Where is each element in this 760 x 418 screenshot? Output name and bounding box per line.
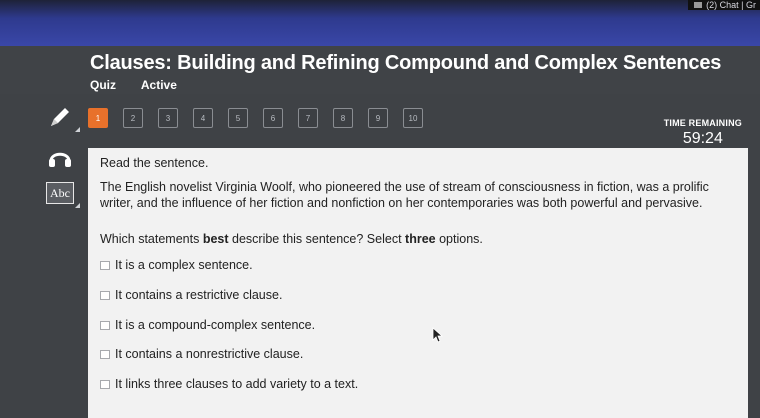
timer: TIME REMAINING 59:24	[664, 118, 742, 148]
pencil-tool-button[interactable]	[38, 100, 82, 134]
question-prompt: Which statements best describe this sent…	[100, 231, 483, 247]
dictionary-icon: Abc	[46, 182, 74, 204]
instruction-text: Read the sentence.	[100, 156, 209, 170]
passage-line-2: writer, and the influence of her fiction…	[100, 196, 703, 210]
audio-tool-button[interactable]	[38, 140, 82, 174]
prompt-part: Which statements	[100, 232, 203, 246]
timer-value: 59:24	[682, 130, 723, 147]
option-checkbox[interactable]	[100, 379, 110, 389]
quiz-title: Clauses: Building and Refining Compound …	[90, 52, 722, 74]
option-label: It is a complex sentence.	[115, 258, 253, 272]
chat-tab-label: (2) Chat | Gr	[706, 0, 756, 10]
answer-option[interactable]: It links three clauses to add variety to…	[100, 376, 358, 392]
question-nav-button-2[interactable]: 2	[123, 108, 143, 128]
question-navigator: 1 2 3 4 5 6 7 8 9 10	[88, 108, 423, 128]
option-checkbox[interactable]	[100, 290, 110, 300]
answer-option[interactable]: It is a compound-complex sentence.	[100, 317, 315, 333]
option-checkbox[interactable]	[100, 320, 110, 330]
tool-expand-corner	[75, 127, 80, 132]
option-checkbox[interactable]	[100, 349, 110, 359]
quiz-status-label: Active	[140, 78, 177, 92]
passage: The English novelist Virginia Woolf, who…	[100, 179, 720, 211]
pencil-icon	[51, 108, 69, 126]
question-nav-button-3[interactable]: 3	[158, 108, 178, 128]
browser-top-bar	[0, 0, 760, 46]
mouse-pointer-icon	[432, 327, 444, 343]
question-nav-button-1[interactable]: 1	[88, 108, 108, 128]
tool-expand-corner	[75, 203, 80, 208]
dictionary-tool-button[interactable]: Abc	[38, 176, 82, 210]
prompt-part: options.	[435, 232, 483, 246]
question-nav-button-10[interactable]: 10	[403, 108, 423, 128]
quiz-subline: Quiz Active	[90, 78, 199, 92]
tab-favicon-icon	[694, 2, 703, 8]
option-label: It is a compound-complex sentence.	[115, 318, 316, 332]
option-label: It contains a nonrestrictive clause.	[115, 347, 304, 361]
option-label: It links three clauses to add variety to…	[115, 377, 359, 391]
headphones-icon	[49, 152, 71, 167]
answer-option[interactable]: It is a complex sentence.	[100, 257, 253, 273]
question-nav-button-7[interactable]: 7	[298, 108, 318, 128]
passage-line-1: The English novelist Virginia Woolf, who…	[100, 180, 709, 194]
prompt-part: describe this sentence? Select	[228, 232, 406, 246]
question-nav-button-5[interactable]: 5	[228, 108, 248, 128]
question-nav-button-6[interactable]: 6	[263, 108, 283, 128]
dictionary-icon-text: Abc	[50, 185, 70, 200]
question-panel: Read the sentence. The English novelist …	[88, 148, 748, 418]
option-checkbox[interactable]	[100, 260, 110, 270]
option-label: It contains a restrictive clause.	[115, 288, 283, 302]
prompt-bold-three: three	[405, 232, 436, 246]
prompt-bold-best: best	[202, 232, 229, 246]
timer-label: TIME REMAINING	[663, 118, 742, 128]
browser-tab-chat[interactable]: (2) Chat | Gr	[688, 0, 760, 10]
answer-option[interactable]: It contains a restrictive clause.	[100, 287, 282, 303]
answer-option[interactable]: It contains a nonrestrictive clause.	[100, 346, 303, 362]
question-nav-button-8[interactable]: 8	[333, 108, 353, 128]
question-nav-button-9[interactable]: 9	[368, 108, 388, 128]
quiz-type-label: Quiz	[90, 78, 116, 92]
question-nav-button-4[interactable]: 4	[193, 108, 213, 128]
